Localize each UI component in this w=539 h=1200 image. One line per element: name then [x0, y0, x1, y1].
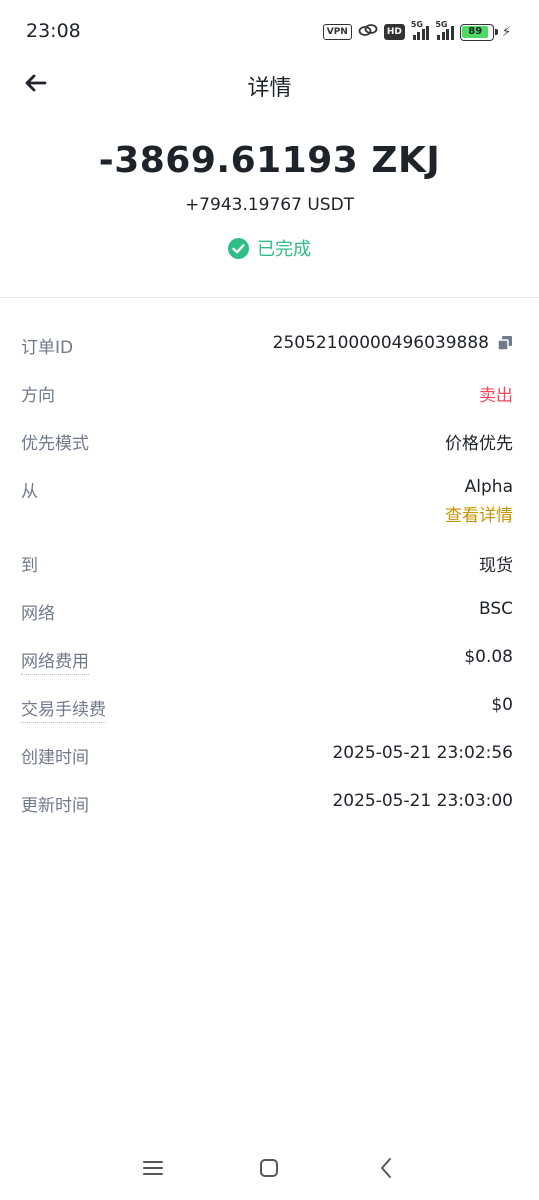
updated-value: 2025-05-21 23:03:00: [332, 791, 513, 811]
signal-2-icon: 5G: [435, 20, 454, 40]
home-square-icon: [260, 1159, 278, 1177]
detail-row-network-fee: 网络费用 $0.08: [21, 634, 513, 682]
hd-icon: HD: [383, 24, 405, 40]
nav-home-button[interactable]: [251, 1150, 287, 1186]
detail-row-trade-fee: 交易手续费 $0: [21, 682, 513, 730]
direction-value: 卖出: [479, 386, 513, 406]
nav-menu-button[interactable]: [135, 1150, 171, 1186]
from-value-group: Alpha 查看详情: [445, 477, 513, 526]
trade-fee-value: $0: [491, 695, 513, 715]
charging-icon: ⚡: [501, 24, 511, 40]
sold-amount: -3869.61193 ZKJ: [98, 140, 441, 181]
detail-row-from: 从 Alpha 查看详情: [21, 464, 513, 538]
priority-label: 优先模式: [21, 434, 89, 454]
detail-row-order-id: 订单ID 25052100000496039888: [21, 320, 513, 368]
created-label: 创建时间: [21, 748, 89, 768]
detail-row-to: 到 现货: [21, 538, 513, 586]
detail-row-updated: 更新时间 2025-05-21 23:03:00: [21, 778, 513, 826]
battery-icon: 89: [459, 23, 498, 41]
updated-label: 更新时间: [21, 796, 89, 816]
order-details: 订单ID 25052100000496039888 方向 卖出 优先模式 价格优…: [21, 320, 513, 826]
detail-row-direction: 方向 卖出: [21, 368, 513, 416]
status-text: 已完成: [257, 239, 311, 260]
from-value: Alpha: [464, 477, 513, 497]
detail-row-priority: 优先模式 价格优先: [21, 416, 513, 464]
network-value: BSC: [478, 599, 513, 619]
order-id-label: 订单ID: [21, 338, 74, 358]
priority-value: 价格优先: [445, 434, 513, 454]
chevron-left-icon: [381, 1158, 391, 1178]
check-circle-icon: [228, 237, 249, 259]
detail-row-created: 创建时间 2025-05-21 23:02:56: [21, 730, 513, 778]
created-value: 2025-05-21 23:02:56: [332, 743, 513, 763]
order-summary: -3869.61193 ZKJ +7943.19767 USDT 已完成: [0, 140, 539, 263]
vpn-icon: VPN: [322, 24, 352, 40]
signal-1-icon: 5G: [411, 20, 430, 40]
from-label: 从: [21, 482, 38, 502]
to-label: 到: [21, 556, 38, 576]
received-amount: +7943.19767 USDT: [184, 195, 355, 215]
network-label: 网络: [21, 604, 55, 624]
view-details-link[interactable]: 查看详情: [445, 501, 513, 526]
divider: [0, 297, 539, 298]
battery-level: 89: [462, 26, 489, 38]
menu-icon: [143, 1161, 163, 1175]
status-bar: 23:08 VPN HD 5G 5G 89 ⚡: [0, 0, 539, 64]
status-time: 23:08: [26, 20, 81, 42]
trade-fee-label[interactable]: 交易手续费: [21, 695, 106, 723]
detail-row-network: 网络 BSC: [21, 586, 513, 634]
order-id-value-group: 25052100000496039888: [273, 333, 513, 353]
copy-icon[interactable]: [497, 335, 513, 351]
network-fee-label[interactable]: 网络费用: [21, 647, 89, 675]
order-id-value: 25052100000496039888: [272, 333, 489, 353]
system-nav-bar: [0, 1136, 539, 1200]
direction-label: 方向: [21, 386, 55, 406]
page-title: 详情: [247, 76, 292, 101]
nav-back-button[interactable]: [368, 1150, 404, 1186]
to-value: 现货: [479, 556, 513, 576]
network-fee-value: $0.08: [464, 647, 513, 667]
status-icons: VPN HD 5G 5G 89 ⚡: [322, 20, 511, 42]
link-icon: [358, 22, 378, 42]
signal-2-label: 5G: [435, 20, 448, 29]
status-badge: 已完成: [228, 235, 311, 261]
signal-1-label: 5G: [410, 20, 423, 29]
header: 详情: [0, 60, 539, 106]
